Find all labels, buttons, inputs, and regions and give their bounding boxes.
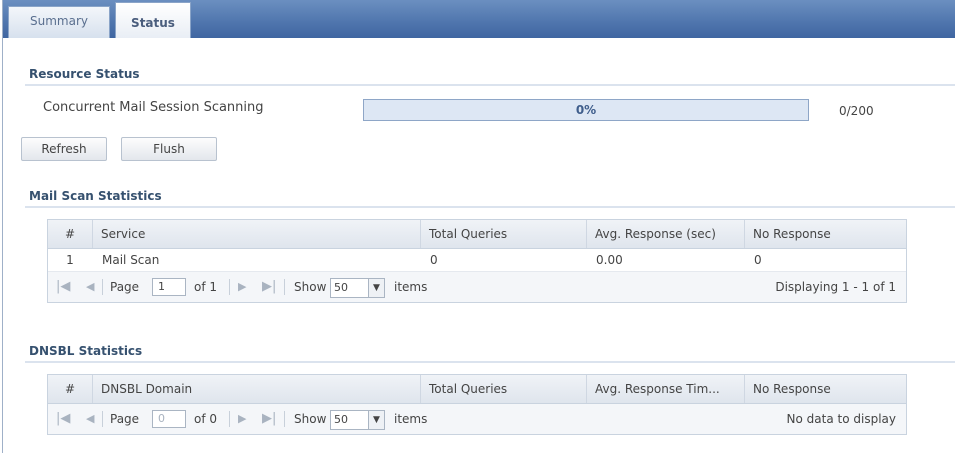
items-label: items — [394, 280, 428, 294]
table-row[interactable]: 1 Mail Scan 0 0.00 0 — [48, 249, 906, 272]
tab-status[interactable]: Status — [115, 2, 191, 38]
flush-button[interactable]: Flush — [121, 137, 217, 161]
mail-scan-table: # Service Total Queries Avg. Response (s… — [47, 219, 907, 303]
session-progress-bar: 0% — [363, 99, 809, 121]
page-size-value: 50 — [334, 413, 348, 426]
column-header-dnsbl-domain[interactable]: DNSBL Domain — [92, 375, 420, 403]
cell-no-response: 0 — [754, 253, 762, 267]
chevron-down-icon[interactable]: ▼ — [368, 411, 384, 429]
session-count: 0/200 — [839, 104, 874, 118]
table-header: # DNSBL Domain Total Queries Avg. Respon… — [48, 375, 906, 404]
table-pager: |◀ ◀ Page 1 of 1 ▶ ▶| Show 50 ▼ items Di… — [48, 272, 906, 302]
next-page-icon[interactable]: ▶ — [238, 404, 246, 434]
resource-status-title: Resource Status — [29, 67, 140, 81]
show-label: Show — [294, 280, 327, 294]
column-header-no-response[interactable]: No Response — [744, 375, 908, 403]
page-number-input[interactable]: 0 — [152, 410, 186, 428]
concurrent-mail-session-label: Concurrent Mail Session Scanning — [43, 100, 264, 115]
display-status: No data to display — [786, 412, 896, 426]
pager-separator — [229, 411, 230, 427]
pager-separator — [229, 279, 230, 295]
show-label: Show — [294, 412, 327, 426]
next-page-icon[interactable]: ▶ — [238, 272, 246, 302]
column-header-index[interactable]: # — [48, 220, 92, 248]
previous-page-icon[interactable]: ◀ — [86, 272, 94, 302]
page-label: Page — [110, 280, 140, 294]
last-page-icon[interactable]: ▶| — [262, 272, 276, 302]
previous-page-icon[interactable]: ◀ — [86, 404, 94, 434]
last-page-icon[interactable]: ▶| — [262, 404, 276, 434]
status-panel: Summary Status Resource Status Concurren… — [2, 0, 955, 453]
dnsbl-statistics-title: DNSBL Statistics — [29, 344, 143, 358]
first-page-icon[interactable]: |◀ — [56, 272, 70, 302]
page-size-select[interactable]: 50 ▼ — [330, 410, 385, 430]
cell-index: 1 — [66, 253, 74, 267]
tab-summary[interactable]: Summary — [8, 6, 110, 38]
section-divider — [25, 206, 955, 208]
page-size-select[interactable]: 50 ▼ — [330, 278, 385, 298]
column-header-avg-response-time[interactable]: Avg. Response Tim... — [586, 375, 744, 403]
tab-bar: Summary Status — [3, 0, 955, 38]
column-header-avg-response[interactable]: Avg. Response (sec) — [586, 220, 744, 248]
pager-separator — [284, 411, 285, 427]
page-total: of 1 — [194, 280, 218, 294]
dnsbl-table: # DNSBL Domain Total Queries Avg. Respon… — [47, 374, 907, 435]
page-number-input[interactable]: 1 — [152, 278, 186, 296]
pager-separator — [102, 411, 103, 427]
page-total: of 0 — [194, 412, 218, 426]
cell-avg-response: 0.00 — [596, 253, 623, 267]
section-divider — [25, 84, 955, 86]
cell-service: Mail Scan — [102, 253, 160, 267]
page-label: Page — [110, 412, 140, 426]
pager-separator — [102, 279, 103, 295]
column-header-no-response[interactable]: No Response — [744, 220, 908, 248]
refresh-button[interactable]: Refresh — [21, 137, 107, 161]
mail-scan-statistics-title: Mail Scan Statistics — [29, 189, 162, 203]
items-label: items — [394, 412, 428, 426]
table-header: # Service Total Queries Avg. Response (s… — [48, 220, 906, 249]
chevron-down-icon[interactable]: ▼ — [368, 279, 384, 297]
table-pager: |◀ ◀ Page 0 of 0 ▶ ▶| Show 50 ▼ items No… — [48, 404, 906, 434]
column-header-total-queries[interactable]: Total Queries — [420, 220, 586, 248]
pager-separator — [284, 279, 285, 295]
first-page-icon[interactable]: |◀ — [56, 404, 70, 434]
column-header-total-queries[interactable]: Total Queries — [420, 375, 586, 403]
column-header-service[interactable]: Service — [92, 220, 420, 248]
cell-total-queries: 0 — [430, 253, 438, 267]
column-header-index[interactable]: # — [48, 375, 92, 403]
display-status: Displaying 1 - 1 of 1 — [775, 280, 896, 294]
section-divider — [25, 361, 955, 363]
progress-percent: 0% — [575, 103, 597, 117]
page-size-value: 50 — [334, 281, 348, 294]
